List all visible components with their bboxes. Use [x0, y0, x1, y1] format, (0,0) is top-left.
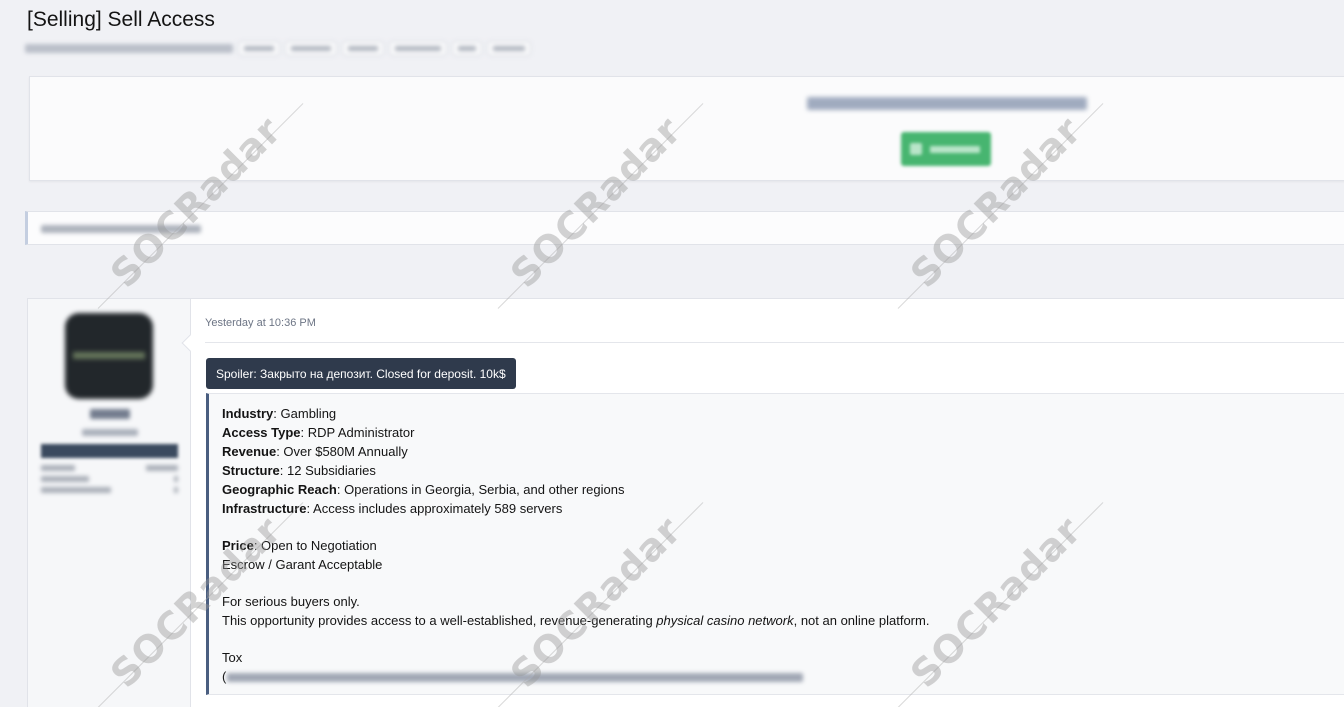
detail-label: Infrastructure: [222, 501, 307, 516]
spoiler-content: Industry: Gambling Access Type: RDP Admi…: [206, 393, 1344, 695]
button-label-redacted: [930, 145, 980, 153]
user-title-redacted: [82, 429, 138, 436]
avatar-logo-redacted: [73, 352, 145, 359]
contact-id-redacted: [227, 673, 804, 683]
thread-tag[interactable]: [389, 40, 447, 56]
price-label: Price: [222, 538, 254, 553]
opportunity-line: This opportunity provides access to a we…: [222, 611, 1344, 630]
serious-buyers-line: For serious buyers only.: [222, 594, 360, 609]
detail-label: Access Type: [222, 425, 301, 440]
price-value: : Open to Negotiation: [253, 538, 377, 553]
post-date[interactable]: Yesterday at 10:36 PM: [205, 317, 316, 329]
post-user-cell: [28, 299, 191, 707]
notice-button-redacted[interactable]: [901, 132, 991, 166]
info-bar-text-redacted: [41, 225, 201, 233]
thread-tag[interactable]: [285, 40, 337, 56]
detail-value: : Access includes approximately 589 serv…: [306, 501, 563, 516]
escrow-line: Escrow / Garant Acceptable: [222, 557, 383, 572]
post: Yesterday at 10:36 PM Spoiler: Закрыто н…: [27, 298, 1344, 707]
post-message: Yesterday at 10:36 PM Spoiler: Закрыто н…: [192, 299, 1344, 707]
detail-line: Revenue: Over $580M Annually: [222, 442, 1344, 461]
detail-label: Structure: [222, 463, 280, 478]
thread-tag[interactable]: [342, 40, 384, 56]
detail-value: : Over $580M Annually: [276, 444, 408, 459]
detail-value: : Gambling: [273, 406, 337, 421]
button-icon: [910, 143, 922, 155]
contact-line: (: [222, 667, 1344, 686]
thread-tag[interactable]: [452, 40, 482, 56]
detail-value: : RDP Administrator: [300, 425, 415, 440]
price-line: Price: Open to Negotiation: [222, 536, 1344, 555]
user-banner-redacted: [41, 444, 178, 458]
contact-label: Tox: [222, 650, 243, 665]
divider: [205, 342, 1344, 343]
username-redacted[interactable]: [90, 409, 130, 419]
notice-block: [29, 76, 1344, 181]
detail-line: Infrastructure: Access includes approxim…: [222, 499, 1344, 518]
author-date-redacted: [25, 43, 233, 53]
thread-tag[interactable]: [238, 40, 280, 56]
detail-line: Access Type: RDP Administrator: [222, 423, 1344, 442]
detail-label: Revenue: [222, 444, 277, 459]
info-bar: [25, 211, 1344, 245]
notice-text-redacted: [807, 97, 1087, 110]
thread-tag[interactable]: [487, 40, 531, 56]
opportunity-emphasis: physical casino network: [656, 613, 794, 628]
detail-line: Geographic Reach: Operations in Georgia,…: [222, 480, 1344, 499]
contact-prefix: (: [222, 669, 227, 684]
detail-label: Geographic Reach: [222, 482, 337, 497]
detail-value: : Operations in Georgia, Serbia, and oth…: [336, 482, 625, 497]
detail-line: Structure: 12 Subsidiaries: [222, 461, 1344, 480]
opportunity-text-end: , not an online platform.: [793, 613, 930, 628]
thread-meta-redacted: [25, 40, 531, 56]
thread-title: [Selling] Sell Access: [27, 8, 215, 31]
detail-line: Industry: Gambling: [222, 404, 1344, 423]
detail-value: : 12 Subsidiaries: [279, 463, 376, 478]
user-stats-redacted: [41, 465, 178, 498]
avatar[interactable]: [65, 313, 153, 399]
spoiler-button[interactable]: Spoiler: Закрыто на депозит. Closed for …: [206, 358, 516, 389]
forum-thread-page: [Selling] Sell Access Yesterday at 10:36…: [0, 0, 1344, 707]
opportunity-text: This opportunity provides access to a we…: [222, 613, 657, 628]
detail-label: Industry: [222, 406, 274, 421]
